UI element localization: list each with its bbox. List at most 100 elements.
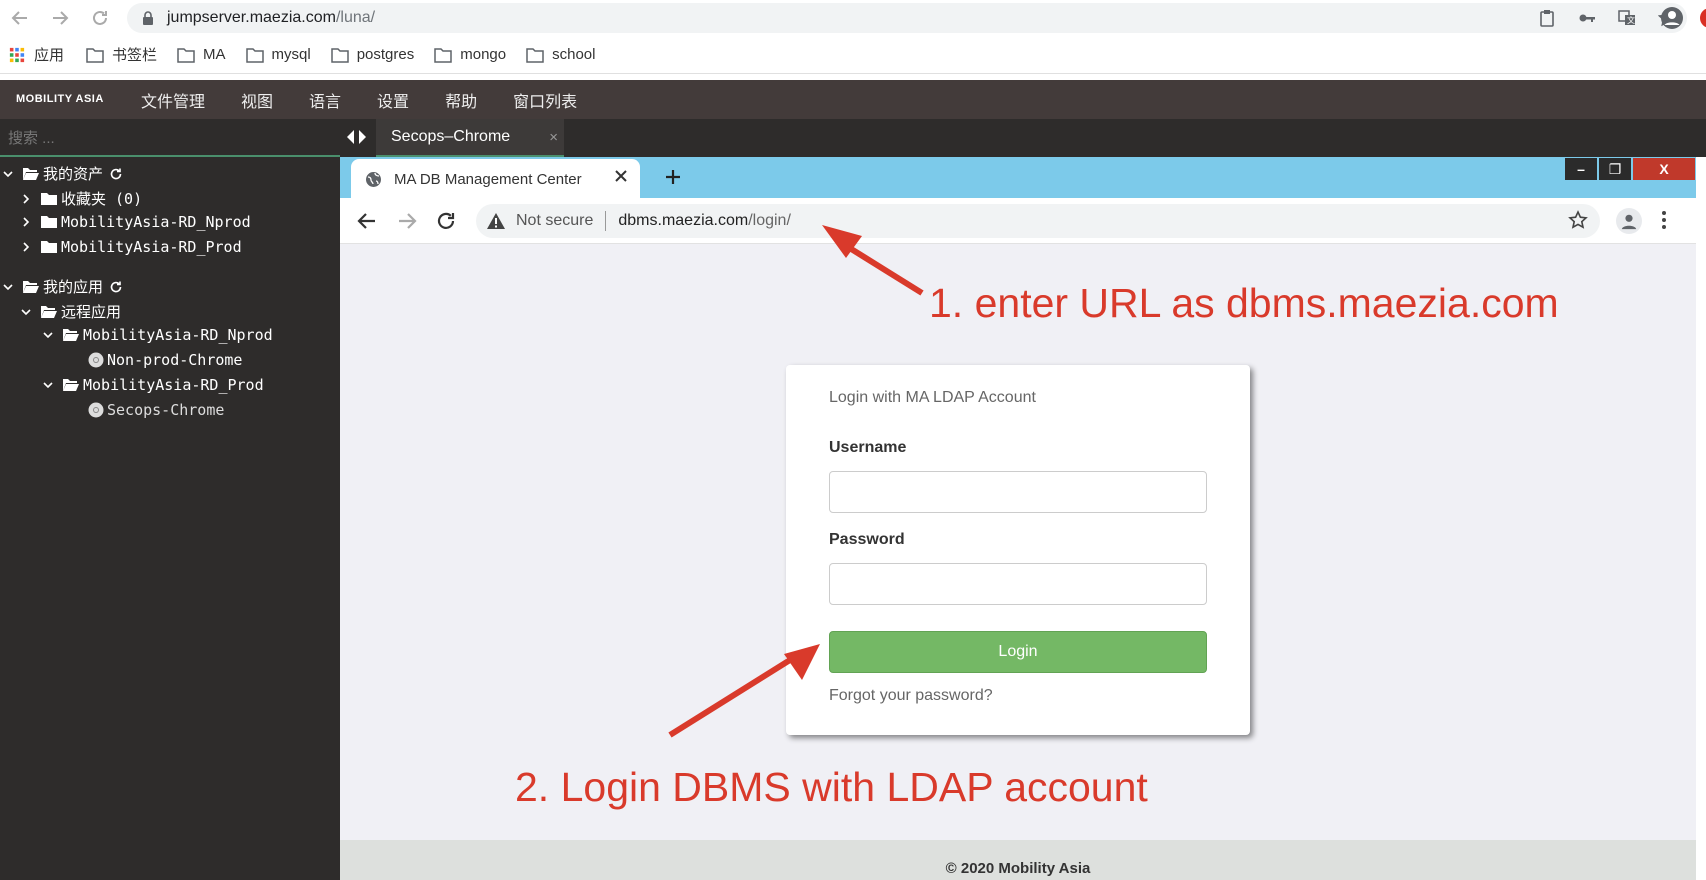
folder-open-icon	[23, 280, 39, 293]
tree-label: 我的应用	[43, 278, 104, 296]
bookmark-folder-ma[interactable]: MA	[177, 46, 226, 63]
username-input[interactable]	[829, 471, 1207, 513]
annotation-step-1: 1. enter URL as dbms.maezia.com	[929, 280, 1559, 326]
extension-badge[interactable]	[1700, 8, 1706, 28]
remote-tab[interactable]: MA DB Management Center	[351, 159, 640, 199]
tree-label: Non-prod-Chrome	[107, 351, 243, 369]
star-icon[interactable]	[1568, 210, 1588, 230]
folder-icon	[526, 47, 544, 63]
sidebar-search-input[interactable]: 搜索 ...	[0, 119, 340, 157]
login-card: Login with MA LDAP Account Username Pass…	[786, 365, 1250, 735]
session-tab-secops-chrome[interactable]: Secops–Chrome ×	[376, 119, 564, 157]
chevron-down-icon[interactable]	[0, 166, 16, 182]
app-menubar: MOBILITY ASIA 文件管理 视图 语言 设置 帮助 窗口列表	[0, 80, 1706, 119]
chevron-right-icon[interactable]	[18, 239, 34, 255]
close-icon[interactable]	[614, 169, 628, 183]
caret-left-icon[interactable]	[346, 129, 355, 145]
restore-button[interactable]: ❐	[1598, 157, 1632, 181]
bookmark-apps[interactable]: 应用	[8, 44, 64, 65]
folder-icon	[177, 47, 195, 63]
reload-icon[interactable]	[435, 210, 457, 232]
refresh-icon[interactable]	[109, 280, 123, 294]
reload-icon	[93, 10, 107, 25]
folder-icon	[41, 241, 57, 253]
annotation-step-2: 2. Login DBMS with LDAP account	[515, 764, 1148, 810]
arrow-left-icon	[11, 11, 27, 25]
clipboard-button[interactable]	[1527, 3, 1567, 33]
tree-node-my-apps[interactable]: 我的应用	[0, 276, 123, 297]
menu-window-list[interactable]: 窗口列表	[513, 88, 577, 112]
menu-language[interactable]: 语言	[309, 88, 341, 112]
back-button[interactable]	[0, 0, 40, 36]
chevron-down-icon[interactable]	[18, 304, 34, 320]
folder-open-icon	[23, 167, 39, 180]
forgot-password-link[interactable]: Forgot your password?	[829, 687, 993, 705]
chevron-down-icon[interactable]	[40, 377, 56, 393]
sidebar: 搜索 ... 我的资产 收藏夹 (0) MobilityAsia-RD_Npro…	[0, 119, 340, 880]
bookmark-label: 书签栏	[112, 47, 158, 64]
arrow-right-icon	[53, 11, 69, 25]
remote-profile-button[interactable]	[1616, 208, 1642, 234]
arrow-left-icon[interactable]	[356, 210, 378, 232]
bookmark-folder-mysql[interactable]: mysql	[245, 46, 311, 63]
apps-grid-icon	[9, 47, 25, 62]
remote-toolbar: Not secure dbms.maezia.com/login/	[340, 198, 1696, 244]
account-icon	[1621, 214, 1637, 230]
globe-icon	[366, 171, 381, 187]
chevron-right-icon[interactable]	[18, 214, 34, 230]
remote-address-bar[interactable]: Not secure dbms.maezia.com/login/	[476, 204, 1600, 238]
new-tab-icon[interactable]	[663, 167, 683, 187]
svg-text:文: 文	[1627, 15, 1635, 25]
folder-icon	[41, 192, 57, 205]
more-vert-icon[interactable]	[1660, 210, 1668, 230]
bookmark-folder-mongo[interactable]: mongo	[434, 46, 506, 63]
username-label: Username	[829, 439, 907, 456]
bookmark-folder-bookmarks-bar[interactable]: 书签栏	[86, 44, 157, 65]
caret-right-icon[interactable]	[358, 129, 367, 145]
tree-node-my-assets[interactable]: 我的资产	[0, 163, 123, 184]
bookmark-folder-school[interactable]: school	[526, 46, 595, 63]
tree-node-remote-apps[interactable]: 远程应用	[18, 301, 121, 322]
translate-button[interactable]: 文	[1607, 3, 1647, 33]
bookmark-label: school	[552, 46, 596, 63]
divider	[605, 211, 607, 231]
folder-open-icon	[63, 329, 79, 341]
lock-icon	[143, 11, 153, 25]
tree-label: MobilityAsia-RD_Prod	[83, 376, 264, 394]
chevron-right-icon[interactable]	[18, 191, 34, 207]
folder-icon	[245, 47, 264, 63]
tree-label: MobilityAsia-RD_Nprod	[83, 326, 273, 344]
menu-view[interactable]: 视图	[241, 88, 273, 112]
app-logo: MOBILITY ASIA	[16, 93, 104, 105]
arrow-right-icon[interactable]	[396, 210, 418, 232]
menu-file-manage[interactable]: 文件管理	[141, 88, 205, 112]
tree-node-rd-nprod[interactable]: MobilityAsia-RD_Nprod	[18, 213, 251, 231]
tree-node-favorites[interactable]: 收藏夹 (0)	[18, 188, 142, 209]
passwords-button[interactable]	[1567, 3, 1607, 33]
tree-label: MobilityAsia-RD_Nprod	[61, 213, 251, 231]
profile-button[interactable]	[1660, 6, 1684, 30]
login-button[interactable]: Login	[829, 631, 1207, 673]
tree-node-app-nprod[interactable]: MobilityAsia-RD_Nprod	[40, 326, 273, 344]
window-close-button[interactable]: X	[1632, 157, 1696, 181]
tree-leaf-nonprod-chrome[interactable]: Non-prod-Chrome	[88, 351, 242, 369]
forward-button[interactable]	[40, 0, 80, 36]
url-path: /luna/	[335, 9, 376, 26]
menu-help[interactable]: 帮助	[445, 88, 477, 112]
bookmark-folder-postgres[interactable]: postgres	[330, 46, 415, 63]
tree-node-rd-prod[interactable]: MobilityAsia-RD_Prod	[18, 238, 242, 256]
minimize-button[interactable]: –	[1564, 157, 1598, 181]
reload-button[interactable]	[80, 0, 120, 36]
refresh-icon[interactable]	[109, 167, 123, 181]
tree-node-app-prod[interactable]: MobilityAsia-RD_Prod	[40, 376, 264, 394]
tree-label: MobilityAsia-RD_Prod	[61, 238, 242, 256]
bookmark-label: postgres	[356, 46, 415, 63]
chevron-down-icon[interactable]	[0, 279, 16, 295]
menu-settings[interactable]: 设置	[377, 88, 409, 112]
close-icon[interactable]: ×	[549, 129, 558, 146]
tree-leaf-secops-chrome[interactable]: Secops-Chrome	[88, 401, 224, 419]
chevron-down-icon[interactable]	[40, 327, 56, 343]
password-input[interactable]	[829, 563, 1207, 605]
url-host: jumpserver.maezia.com	[167, 9, 336, 26]
address-bar[interactable]: jumpserver.maezia.com/luna/ 文	[127, 3, 1687, 33]
